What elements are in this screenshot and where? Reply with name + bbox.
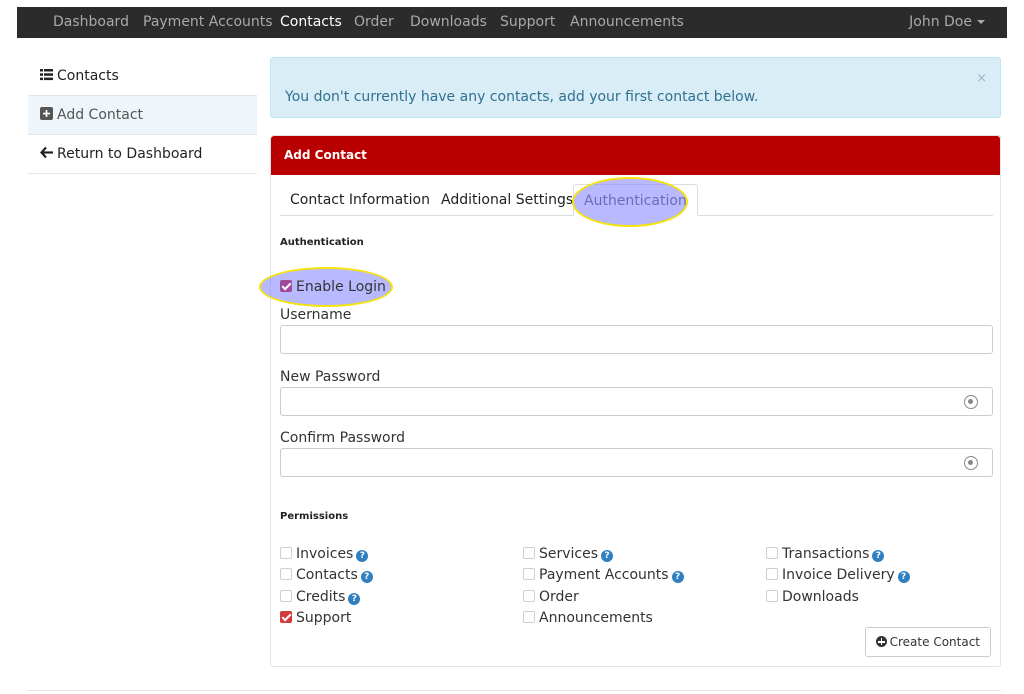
perm-downloads[interactable]: Downloads <box>766 589 859 605</box>
perm-invoices[interactable]: Invoices? <box>280 546 369 562</box>
nav-support[interactable]: Support <box>500 7 555 38</box>
confirm-password-label: Confirm Password <box>280 430 406 446</box>
sidebar-item-label: Contacts <box>57 68 119 84</box>
new-password-input[interactable] <box>280 387 993 416</box>
user-menu[interactable]: John Doe <box>909 7 985 38</box>
help-icon[interactable]: ? <box>897 571 910 583</box>
top-navbar: Dashboard Payment Accounts Contacts Orde… <box>17 7 1007 38</box>
checkbox-icon <box>766 547 778 559</box>
tab-bar: Contact Information Additional Settings … <box>280 178 993 216</box>
password-toggle-icon[interactable] <box>964 395 978 409</box>
checkbox-icon <box>280 611 292 623</box>
help-icon[interactable]: ? <box>348 593 361 605</box>
nav-announcements[interactable]: Announcements <box>570 7 684 38</box>
perm-label: Transactions <box>782 546 870 562</box>
arrow-left-icon <box>40 136 53 159</box>
add-contact-panel: Add Contact Contact Information Addition… <box>259 135 1001 667</box>
checkbox-icon <box>280 590 292 602</box>
enable-login-label: Enable Login <box>296 279 386 295</box>
perm-label: Order <box>539 589 579 605</box>
checkbox-icon <box>766 568 778 580</box>
perm-label: Invoice Delivery <box>782 567 895 583</box>
user-name: John Doe <box>909 14 972 30</box>
perm-label: Support <box>296 610 352 626</box>
sidebar-item-return-dashboard[interactable]: Return to Dashboard <box>28 135 257 174</box>
tab-additional-settings[interactable]: Additional Settings <box>441 184 573 216</box>
username-label: Username <box>280 307 352 323</box>
checkbox-icon <box>280 568 292 580</box>
checkbox-icon <box>523 547 535 559</box>
enable-login-checkbox[interactable]: Enable Login <box>280 279 386 295</box>
tab-contact-information[interactable]: Contact Information <box>290 184 430 216</box>
checkbox-icon <box>523 568 535 580</box>
checkbox-icon <box>280 280 292 292</box>
perm-invoice-delivery[interactable]: Invoice Delivery? <box>766 567 910 583</box>
alert-text: You don't currently have any contacts, a… <box>285 89 759 105</box>
info-alert: You don't currently have any contacts, a… <box>270 57 1001 118</box>
help-icon[interactable]: ? <box>872 550 885 562</box>
perm-payment-accounts[interactable]: Payment Accounts? <box>523 567 684 583</box>
tab-authentication[interactable]: Authentication <box>573 184 698 216</box>
help-icon[interactable]: ? <box>671 571 684 583</box>
create-contact-label: Create Contact <box>889 635 980 649</box>
nav-downloads[interactable]: Downloads <box>410 7 487 38</box>
password-toggle-icon[interactable] <box>964 456 978 470</box>
confirm-password-input[interactable] <box>280 448 993 477</box>
help-icon[interactable]: ? <box>356 550 369 562</box>
perm-label: Payment Accounts <box>539 567 669 583</box>
checkbox-icon <box>523 611 535 623</box>
perm-label: Downloads <box>782 589 859 605</box>
help-icon[interactable]: ? <box>360 571 373 583</box>
list-icon <box>40 58 53 81</box>
caret-down-icon <box>977 20 985 24</box>
help-icon[interactable]: ? <box>601 550 614 562</box>
sidebar-item-add-contact[interactable]: Add Contact <box>28 96 257 135</box>
sidebar-item-label: Add Contact <box>57 107 144 123</box>
perm-order[interactable]: Order <box>523 589 579 605</box>
perm-transactions[interactable]: Transactions? <box>766 546 885 562</box>
perm-announcements[interactable]: Announcements <box>523 610 653 626</box>
new-password-label: New Password <box>280 369 381 385</box>
perm-label: Services <box>539 546 599 562</box>
perm-label: Credits <box>296 589 346 605</box>
perm-services[interactable]: Services? <box>523 546 614 562</box>
perm-label: Contacts <box>296 567 358 583</box>
plus-square-icon <box>40 97 53 120</box>
perm-label: Announcements <box>539 610 653 626</box>
nav-dashboard[interactable]: Dashboard <box>53 7 129 38</box>
perm-label: Invoices <box>296 546 354 562</box>
checkbox-icon <box>280 547 292 559</box>
perm-contacts[interactable]: Contacts? <box>280 567 373 583</box>
checkbox-icon <box>523 590 535 602</box>
sidebar-item-contacts[interactable]: Contacts <box>28 57 257 96</box>
plus-circle-icon <box>875 636 887 647</box>
authentication-heading: Authentication <box>280 237 364 248</box>
perm-credits[interactable]: Credits? <box>280 589 361 605</box>
nav-contacts[interactable]: Contacts <box>280 7 342 38</box>
checkbox-icon <box>766 590 778 602</box>
panel-title: Add Contact <box>271 136 1000 175</box>
permissions-heading: Permissions <box>280 511 349 522</box>
close-icon[interactable]: × <box>976 71 987 86</box>
footer-divider <box>28 690 1001 691</box>
perm-support[interactable]: Support <box>280 610 351 626</box>
nav-payment-accounts[interactable]: Payment Accounts <box>143 7 273 38</box>
username-input[interactable] <box>280 325 993 354</box>
nav-order[interactable]: Order <box>354 7 394 38</box>
sidebar: Contacts Add Contact Return to Dashboard <box>28 57 257 174</box>
create-contact-button[interactable]: Create Contact <box>864 627 991 657</box>
sidebar-item-label: Return to Dashboard <box>57 146 203 162</box>
